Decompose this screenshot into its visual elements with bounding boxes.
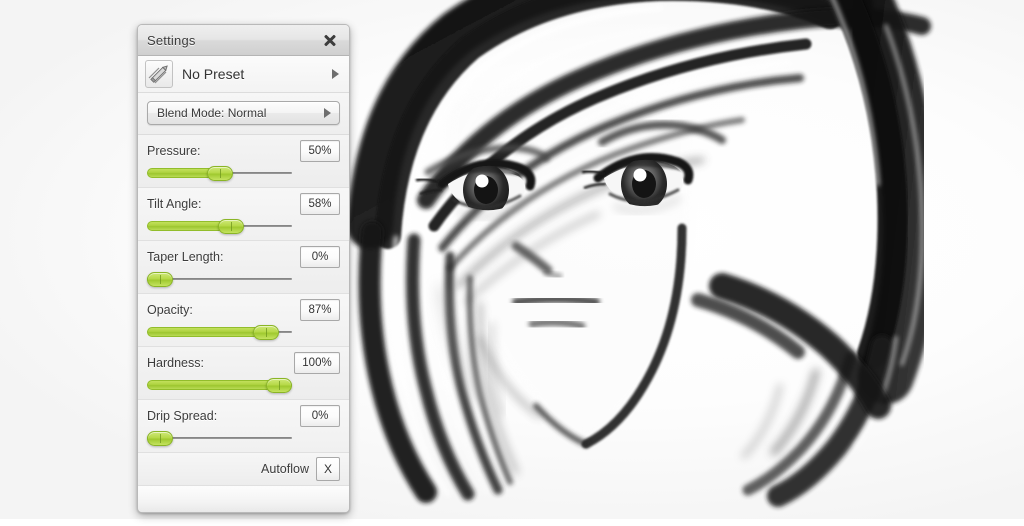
preset-label: No Preset — [182, 66, 245, 82]
slider-track[interactable] — [147, 325, 292, 340]
blend-mode-wrapper: Blend Mode: Normal — [138, 93, 349, 135]
slider-label: Tilt Angle: — [147, 197, 202, 211]
autoflow-label: Autoflow — [261, 462, 309, 476]
slider-row-tilt-angle[interactable]: Tilt Angle: 58% — [138, 188, 349, 241]
slider-row-hardness[interactable]: Hardness: 100% — [138, 347, 349, 400]
slider-label: Drip Spread: — [147, 409, 218, 423]
slider-row-pressure[interactable]: Pressure: 50% — [138, 135, 349, 188]
slider-row-opacity[interactable]: Opacity: 87% — [138, 294, 349, 347]
slider-value-input[interactable]: 0% — [300, 246, 340, 268]
blend-mode-label: Blend Mode: Normal — [157, 106, 267, 120]
slider-track[interactable] — [147, 219, 292, 234]
slider-value-input[interactable]: 0% — [300, 405, 340, 427]
slider-thumb[interactable] — [218, 219, 245, 234]
settings-panel[interactable]: Settings No Preset Blend Mode: Normal Pr… — [137, 24, 350, 513]
slider-thumb[interactable] — [266, 378, 292, 393]
slider-row-drip-spread[interactable]: Drip Spread: 0% — [138, 400, 349, 453]
slider-value-input[interactable]: 50% — [300, 140, 340, 162]
slider-track[interactable] — [147, 431, 292, 446]
slider-label: Hardness: — [147, 356, 204, 370]
preset-row[interactable]: No Preset — [138, 56, 349, 93]
panel-bottom-filler — [138, 486, 349, 512]
autoflow-toggle-button[interactable]: X — [316, 457, 340, 481]
slider-row-taper-length[interactable]: Taper Length: 0% — [138, 241, 349, 294]
panel-footer: Autoflow X — [138, 453, 349, 486]
slider-label: Taper Length: — [147, 250, 224, 264]
slider-thumb[interactable] — [253, 325, 280, 340]
slider-value-input[interactable]: 58% — [300, 193, 340, 215]
slider-thumb[interactable] — [206, 166, 233, 181]
artwork-anime-girl-face-sketch — [347, 0, 939, 507]
panel-title: Settings — [147, 32, 196, 48]
slider-track[interactable] — [147, 166, 292, 181]
close-icon[interactable] — [321, 31, 339, 49]
pencil-stroke-icon — [145, 60, 173, 88]
arrow-right-icon[interactable] — [324, 108, 331, 118]
slider-value-input[interactable]: 87% — [300, 299, 340, 321]
slider-label: Opacity: — [147, 303, 193, 317]
slider-track[interactable] — [147, 272, 292, 287]
slider-label: Pressure: — [147, 144, 201, 158]
slider-value-input[interactable]: 100% — [294, 352, 340, 374]
slider-thumb[interactable] — [147, 272, 173, 287]
slider-track[interactable] — [147, 378, 292, 393]
blend-mode-button[interactable]: Blend Mode: Normal — [147, 101, 340, 125]
arrow-right-icon[interactable] — [332, 69, 339, 79]
slider-thumb[interactable] — [147, 431, 173, 446]
panel-header[interactable]: Settings — [138, 25, 349, 56]
